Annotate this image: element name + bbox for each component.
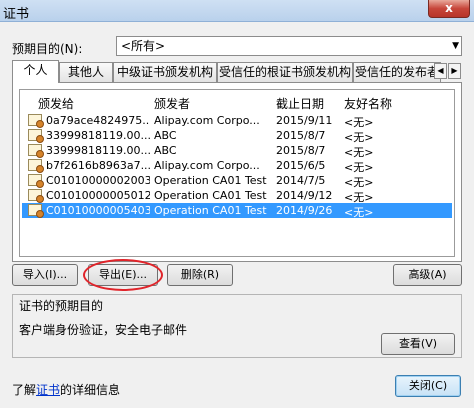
close-button[interactable]: 关闭(C) [395, 375, 461, 397]
tab-other-people[interactable]: 其他人 [59, 62, 113, 82]
chevron-down-icon: ▼ [452, 41, 459, 51]
column-issued-to[interactable]: 颁发给 [38, 95, 74, 112]
purpose-select[interactable]: <所有> ▼ [116, 36, 462, 56]
certificate-link[interactable]: 证书 [36, 383, 60, 397]
purpose-label: 预期目的(N): [12, 42, 83, 56]
tab-trusted-root-ca[interactable]: 受信任的根证书颁发机构 [217, 62, 353, 82]
cell-issued-to: C01010000005403 [46, 204, 150, 217]
details-text: 了解证书的详细信息 [12, 381, 120, 398]
table-row[interactable]: 0a79ace4824975... Alipay.com Corpo... 2015… [22, 113, 452, 129]
column-expiry[interactable]: 截止日期 [276, 95, 324, 112]
export-button[interactable]: 导出(E)... [88, 264, 158, 286]
table-row[interactable]: 33999818119.00... ABC 2015/8/7 <无> [22, 143, 452, 159]
table-row[interactable]: C01010000002003 Operation CA01 Test 2014/7… [22, 173, 452, 189]
table-row[interactable]: C01010000005403 Operation CA01 Test 2014/9… [22, 203, 452, 219]
cell-issuer: Alipay.com Corpo... [154, 159, 260, 172]
store-tabs: 个人 其他人 中级证书颁发机构 受信任的根证书颁发机构 受信任的发布者 ◀ ▶ [12, 60, 462, 83]
certificate-icon [28, 189, 44, 203]
cell-issuer: ABC [154, 144, 177, 157]
details-prefix: 了解 [12, 383, 37, 397]
cell-issued-to: b7f2616b8963a7... [46, 159, 150, 172]
list-header: 颁发给 颁发者 截止日期 友好名称 [20, 90, 454, 112]
certificate-list[interactable]: 颁发给 颁发者 截止日期 友好名称 0a79ace4824975... Alipa… [19, 89, 455, 257]
cell-expiry: 2014/9/26 [276, 204, 333, 217]
table-row[interactable]: 33999818119.00... ABC 2015/8/7 <无> [22, 128, 452, 144]
certificate-icon [28, 174, 44, 188]
certificate-icon [28, 129, 44, 143]
tab-trusted-publishers[interactable]: 受信任的发布者 [353, 62, 441, 82]
table-row[interactable]: C01010000005012 Operation CA01 Test 2014/9… [22, 188, 452, 204]
purpose-select-value: <所有> [121, 39, 166, 53]
cell-expiry: 2014/7/5 [276, 174, 326, 187]
purposes-text: 客户端身份验证，安全电子邮件 [19, 323, 188, 337]
cell-issued-to: 0a79ace4824975... [46, 114, 150, 127]
cell-issuer: Alipay.com Corpo... [154, 114, 260, 127]
title-bar: 证书 x [0, 0, 474, 22]
tab-label: 中级证书颁发机构 [116, 65, 213, 79]
column-issuer[interactable]: 颁发者 [154, 95, 190, 112]
certificate-icon [28, 114, 44, 128]
details-suffix: 的详细信息 [60, 383, 121, 397]
tab-label: 个人 [23, 63, 48, 77]
cell-issued-to: C01010000002003 [46, 174, 150, 187]
window-title: 证书 [3, 7, 30, 22]
table-row[interactable]: b7f2616b8963a7... Alipay.com Corpo... 2015… [22, 158, 452, 174]
cell-issuer: Operation CA01 Test [154, 189, 267, 202]
tab-label: 受信任的发布者 [354, 65, 439, 79]
tab-label: 受信任的根证书颁发机构 [218, 65, 351, 79]
import-button[interactable]: 导入(I)... [12, 264, 78, 286]
tab-scroll-right-icon[interactable]: ▶ [448, 63, 461, 79]
tab-intermediate-ca[interactable]: 中级证书颁发机构 [113, 62, 217, 82]
cell-expiry: 2015/8/7 [276, 144, 326, 157]
remove-button[interactable]: 删除(R) [167, 264, 233, 286]
view-button[interactable]: 查看(V) [381, 333, 455, 355]
cell-issuer: Operation CA01 Test [154, 204, 267, 217]
certificate-icon [28, 159, 44, 173]
cell-issuer: Operation CA01 Test [154, 174, 267, 187]
tab-panel: 颁发给 颁发者 截止日期 友好名称 0a79ace4824975... Alipa… [12, 82, 462, 262]
tab-label: 其他人 [67, 65, 104, 79]
cell-issued-to: 33999818119.00... [46, 129, 150, 142]
cell-expiry: 2015/9/11 [276, 114, 333, 127]
cell-issuer: ABC [154, 129, 177, 142]
cell-expiry: 2015/8/7 [276, 129, 326, 142]
cell-issued-to: 33999818119.00... [46, 144, 150, 157]
close-window-button[interactable]: x [428, 0, 470, 18]
tab-scroll-left-icon[interactable]: ◀ [434, 63, 447, 79]
cell-expiry: 2014/9/12 [276, 189, 333, 202]
cell-friendly-name: <无> [344, 206, 374, 219]
tab-personal[interactable]: 个人 [12, 60, 59, 83]
cell-expiry: 2015/6/5 [276, 159, 326, 172]
certificate-icon [28, 144, 44, 158]
column-friendly-name[interactable]: 友好名称 [344, 95, 392, 112]
cell-issued-to: C01010000005012 [46, 189, 150, 202]
group-title: 证书的预期目的 [19, 299, 104, 313]
certificate-icon [28, 204, 44, 218]
advanced-button[interactable]: 高级(A) [393, 264, 462, 286]
